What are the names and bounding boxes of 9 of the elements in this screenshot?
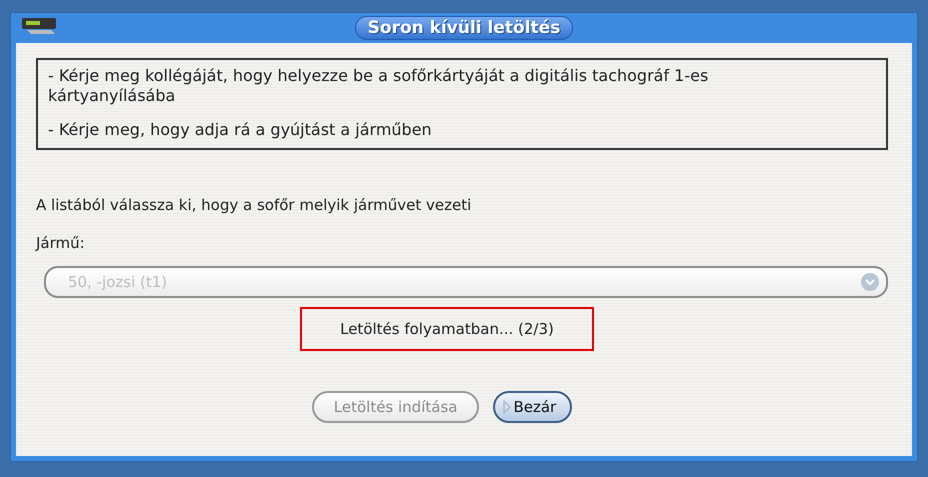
instruction-text: - Kérje meg, hogy adja rá a gyújtást a járműben [48,120,433,140]
prompt-text: A listából válassza ki, hogy a sofőr melyik járművet vezeti [36,196,472,214]
instruction-text: - Kérje meg kollégáját, hogy helyezze be a sofőrkártyáját a digitális tachográf 1-es kártyanyílásába [48,66,710,106]
status-text: Letöltés folyamatban... (2/3) [300,307,594,351]
window-title: Soron kívüli letöltés [354,16,574,40]
vehicle-label: Jármű: [36,234,86,252]
play-icon [503,400,512,414]
close-button[interactable]: Bezár [493,391,572,423]
tachograph-icon [21,16,59,36]
